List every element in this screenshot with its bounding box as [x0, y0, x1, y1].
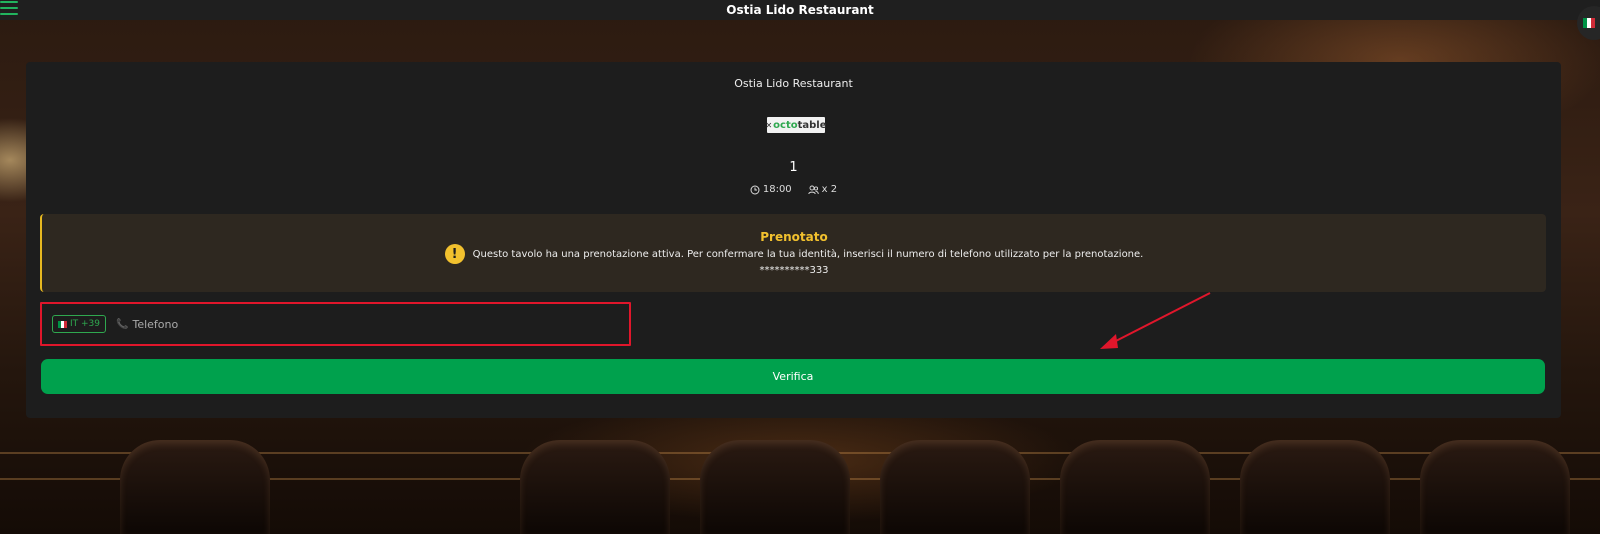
phone-field[interactable]: 📞 Telefono: [116, 318, 178, 331]
logo-text-suffix: table: [797, 119, 827, 131]
background-booth: [1420, 440, 1570, 534]
reservation-alert: Prenotato ! Questo tavolo ha una prenota…: [40, 214, 1546, 292]
telephone-icon: 📞: [116, 318, 129, 330]
verify-button[interactable]: Verifica: [41, 359, 1545, 394]
background-booth: [1240, 440, 1390, 534]
reservation-time: 18:00: [750, 184, 792, 195]
clock-icon: [750, 185, 760, 194]
logo-text-prefix: octo: [773, 119, 798, 131]
guests-label: x 2: [821, 184, 838, 195]
italian-flag-icon: [1583, 18, 1595, 28]
restaurant-name: Ostia Lido Restaurant: [734, 77, 853, 90]
people-icon: [808, 185, 819, 194]
time-label: 18:00: [762, 184, 792, 195]
exclamation-circle-icon: !: [444, 244, 465, 264]
background-booth: [880, 440, 1030, 534]
table-number: 1: [789, 160, 798, 175]
italian-flag-icon: [58, 320, 67, 328]
logo-fork-icon: ✕: [765, 120, 773, 130]
background-booth: [700, 440, 850, 534]
background-booth: [120, 440, 270, 534]
background-booth: [1060, 440, 1210, 534]
alert-body: ! Questo tavolo ha una prenotazione atti…: [42, 244, 1546, 264]
country-code-selector[interactable]: IT +39: [52, 315, 107, 333]
alert-message: Questo tavolo ha una prenotazione attiva…: [472, 248, 1144, 260]
reservation-card: Ostia Lido Restaurant ✕ octo table 1 18:0…: [26, 62, 1561, 418]
phone-input-group: IT +39 📞 Telefono: [40, 302, 631, 346]
reservation-guests: x 2: [808, 184, 837, 195]
alert-title: Prenotato: [760, 230, 828, 244]
octotable-logo: ✕ octo table: [765, 117, 827, 133]
reservation-meta: 18:00 x 2: [26, 184, 1561, 195]
top-bar: Ostia Lido Restaurant: [0, 0, 1600, 20]
masked-phone: **********333: [759, 265, 829, 276]
background-booth: [520, 440, 670, 534]
topbar-title: Ostia Lido Restaurant: [726, 3, 874, 17]
country-code-label: IT +39: [70, 319, 101, 329]
phone-placeholder: Telefono: [132, 317, 179, 331]
hamburger-menu-icon[interactable]: [0, 1, 18, 15]
